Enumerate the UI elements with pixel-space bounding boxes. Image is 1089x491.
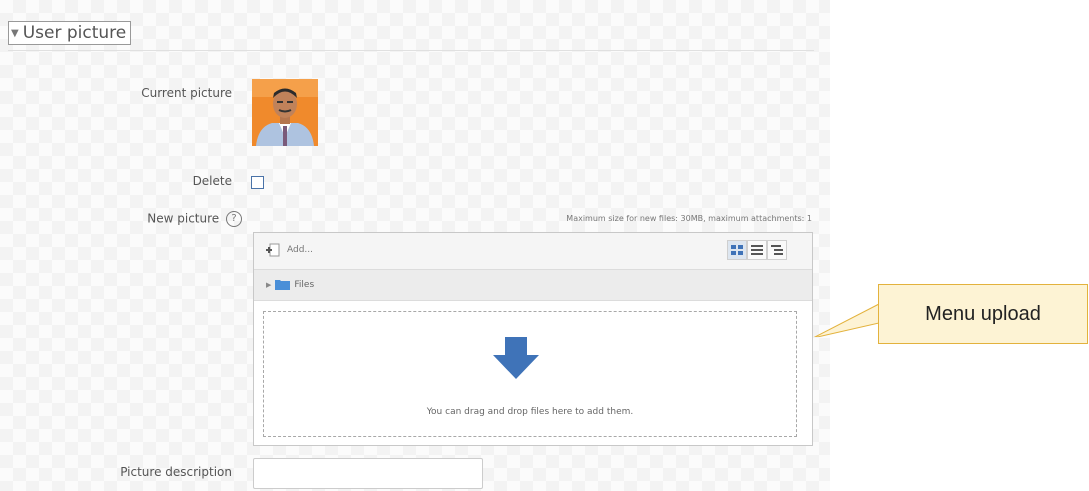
current-picture-label: Current picture — [141, 86, 232, 100]
section-divider — [8, 50, 814, 51]
section-toggle[interactable]: ▼ User picture — [8, 21, 132, 45]
collapse-triangle-icon: ▼ — [11, 27, 19, 39]
current-avatar — [252, 79, 318, 146]
list-view-button[interactable] — [747, 240, 767, 260]
add-file-button[interactable]: Add... — [265, 243, 313, 257]
help-icon[interactable]: ? — [226, 211, 242, 227]
tree-view-button[interactable] — [767, 240, 787, 260]
list-icon — [751, 245, 763, 255]
add-file-label: Add... — [287, 245, 314, 255]
add-file-icon — [266, 243, 280, 257]
icons-view-button[interactable] — [727, 240, 747, 260]
view-mode-switcher — [727, 240, 787, 260]
picture-description-label: Picture description — [120, 465, 232, 479]
callout-box: Menu upload — [878, 284, 1088, 344]
grid-icon — [731, 245, 743, 255]
picture-description-input[interactable] — [253, 458, 483, 489]
delete-label: Delete — [192, 174, 232, 188]
download-arrow-icon — [493, 337, 539, 379]
file-manager-toolbar: Add... — [254, 233, 812, 270]
callout-pointer — [813, 303, 880, 337]
section-title: User picture — [22, 23, 127, 43]
path-folder-label: Files — [294, 279, 315, 290]
tree-icon — [771, 245, 783, 255]
callout-text: Menu upload — [925, 302, 1041, 325]
path-folder-files[interactable]: ▶ Files — [266, 279, 314, 290]
drop-zone-text: You can drag and drop files here to add … — [426, 407, 634, 417]
file-path-bar: ▶ Files — [254, 270, 812, 301]
folder-icon — [275, 280, 291, 290]
file-manager: Add... ▶ Files You can drag and drop fil… — [253, 232, 813, 446]
new-picture-label: New picture ? — [147, 211, 242, 227]
drop-zone[interactable]: You can drag and drop files here to add … — [263, 311, 797, 437]
delete-checkbox[interactable] — [251, 176, 264, 189]
expand-arrow-icon: ▶ — [266, 280, 272, 289]
max-size-note: Maximum size for new files: 30MB, maximu… — [566, 214, 812, 223]
